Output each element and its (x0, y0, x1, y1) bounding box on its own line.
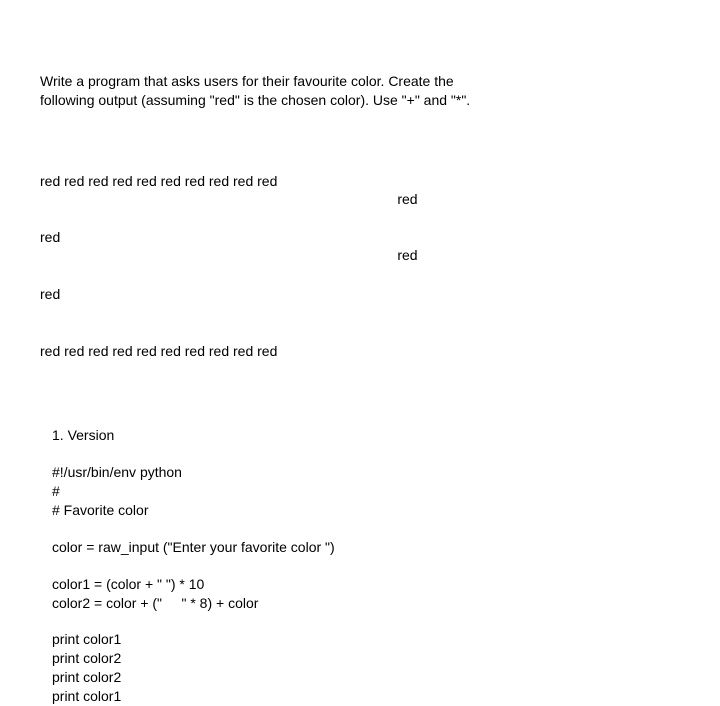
code-line: print color2 (52, 649, 680, 668)
output-row: red red red red red red red red red red (40, 172, 277, 191)
version-heading: 1. Version (52, 426, 680, 445)
code-line: print color2 (52, 668, 680, 687)
output-row: red red red red red red red red red red (40, 342, 277, 361)
code-line: print color1 (52, 630, 680, 649)
output-left-column: red red red red red red red red red red … (40, 134, 277, 398)
description-line-1: Write a program that asks users for thei… (40, 72, 680, 91)
output-row: red (40, 228, 277, 247)
code-line: print color1 (52, 687, 680, 706)
code-line: # (52, 482, 680, 501)
code-line: color1 = (color + " ") * 10 (52, 575, 680, 594)
code-solution: 1. Version #!/usr/bin/env python # # Fav… (40, 426, 680, 706)
code-line: #!/usr/bin/env python (52, 463, 680, 482)
code-line: color = raw_input ("Enter your favorite … (52, 538, 680, 557)
code-line: # Favorite color (52, 501, 680, 520)
expected-output: red red red red red red red red red red … (40, 134, 680, 398)
output-row: red (397, 246, 417, 265)
code-line: color2 = color + (" " * 8) + color (52, 594, 680, 613)
description-line-2: following output (assuming "red" is the … (40, 91, 680, 110)
output-row: red (40, 285, 277, 304)
output-right-column: red red (397, 134, 417, 398)
output-row: red (397, 190, 417, 209)
problem-description: Write a program that asks users for thei… (40, 72, 680, 110)
